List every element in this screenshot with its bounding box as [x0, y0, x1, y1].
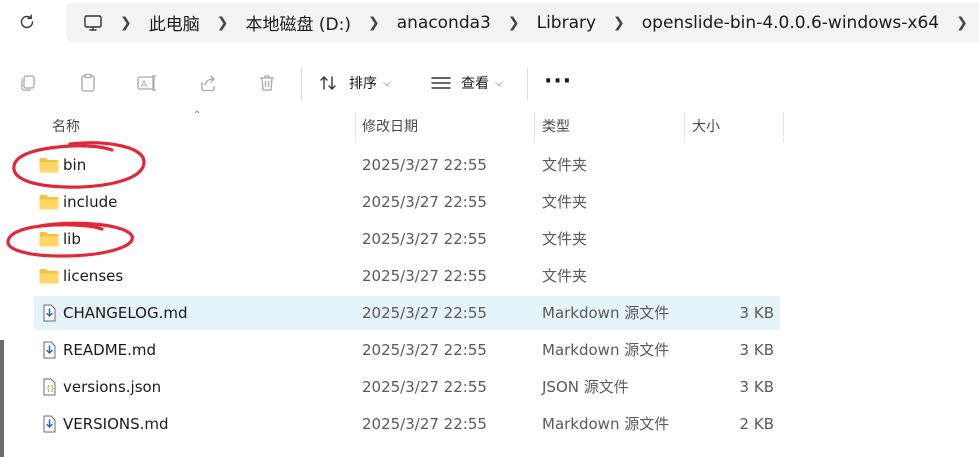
file-row[interactable]: include 2025/3/27 22:55 文件夹	[34, 185, 780, 219]
file-modified-date: 2025/3/27 22:55	[362, 230, 487, 248]
file-name: bin	[63, 156, 87, 174]
command-bar: A 排序 ⌵ 查看 ⌵	[0, 56, 979, 108]
chevron-down-icon: ⌵	[495, 77, 503, 89]
chevron-right-icon[interactable]: ❯	[508, 15, 520, 31]
file-list: ⌃ 名称 修改日期 类型 大小 bin 2025/3/27 22:55 文件夹 inc…	[0, 108, 979, 457]
column-separator[interactable]	[783, 112, 784, 143]
column-type[interactable]: 类型	[542, 108, 570, 144]
copy-button[interactable]	[13, 68, 43, 98]
breadcrumb-openslide[interactable]: openslide-bin-4.0.0.6-windows-x64	[642, 13, 939, 33]
file-row[interactable]: bin 2025/3/27 22:55 文件夹	[34, 148, 780, 182]
column-separator[interactable]	[355, 112, 356, 143]
file-row[interactable]: licenses 2025/3/27 22:55 文件夹	[34, 259, 780, 293]
file-name: lib	[63, 230, 81, 248]
toolbar-divider	[301, 68, 302, 100]
sort-ascending-icon: ⌃	[193, 110, 202, 121]
rename-button[interactable]: A	[132, 68, 162, 98]
view-label: 查看	[461, 76, 489, 92]
folder-icon	[38, 156, 60, 174]
more-options-button[interactable]: ···	[544, 70, 572, 94]
file-name: VERSIONS.md	[63, 415, 169, 433]
chevron-right-icon[interactable]: ❯	[217, 15, 229, 31]
chevron-right-icon[interactable]: ❯	[956, 15, 968, 31]
toolbar-divider	[527, 68, 528, 100]
file-modified-date: 2025/3/27 22:55	[362, 193, 487, 211]
file-name: include	[63, 193, 118, 211]
copy-icon	[21, 75, 35, 91]
file-modified-date: 2025/3/27 22:55	[362, 304, 487, 322]
column-name[interactable]: 名称	[52, 108, 80, 144]
sort-label: 排序	[349, 76, 377, 92]
file-row[interactable]: VERSIONS.md 2025/3/27 22:55 Markdown 源文件 2 …	[34, 407, 780, 441]
share-button[interactable]	[193, 68, 223, 98]
folder-icon	[38, 230, 60, 248]
view-list-icon	[431, 77, 451, 89]
file-modified-date: 2025/3/27 22:55	[362, 341, 487, 359]
chevron-right-icon[interactable]: ❯	[120, 15, 132, 31]
file-modified-date: 2025/3/27 22:55	[362, 378, 487, 396]
column-separator[interactable]	[534, 112, 535, 143]
file-name: versions.json	[63, 378, 162, 396]
address-bar[interactable]: ❯ 此电脑 ❯ 本地磁盘 (D:) ❯ anaconda3 ❯ Library …	[66, 3, 979, 42]
file-row[interactable]: CHANGELOG.md 2025/3/27 22:55 Markdown 源文件 3…	[34, 296, 780, 330]
navigation-pane-edge	[0, 340, 4, 457]
file-type: Markdown 源文件	[542, 415, 670, 433]
paste-button[interactable]	[73, 68, 103, 98]
column-header: ⌃ 名称 修改日期 类型 大小	[0, 108, 979, 148]
file-modified-date: 2025/3/27 22:55	[362, 156, 487, 174]
file-row[interactable]: {} versions.json 2025/3/27 22:55 JSON 源文件 3 …	[34, 370, 780, 404]
view-button[interactable]: 查看 ⌵	[430, 68, 503, 98]
file-size: 3 KB	[739, 304, 774, 322]
share-icon	[201, 75, 215, 92]
file-type: 文件夹	[542, 156, 588, 174]
file-size: 3 KB	[739, 341, 774, 359]
markdown-file-icon	[38, 341, 60, 359]
chevron-right-icon[interactable]: ❯	[613, 15, 625, 31]
folder-icon	[38, 267, 60, 285]
address-row: ❯ 此电脑 ❯ 本地磁盘 (D:) ❯ anaconda3 ❯ Library …	[0, 0, 979, 44]
file-row[interactable]: lib 2025/3/27 22:55 文件夹	[34, 222, 780, 256]
breadcrumb-drive-d[interactable]: 本地磁盘 (D:)	[245, 10, 351, 35]
file-name: CHANGELOG.md	[63, 304, 188, 322]
paste-icon	[81, 73, 95, 92]
file-type: JSON 源文件	[542, 378, 629, 396]
json-file-icon: {}	[38, 378, 60, 396]
breadcrumb-anaconda3[interactable]: anaconda3	[397, 13, 491, 33]
column-date[interactable]: 修改日期	[362, 108, 418, 144]
this-pc-icon[interactable]	[83, 13, 103, 33]
column-separator[interactable]	[684, 112, 685, 143]
chevron-down-icon: ⌵	[383, 77, 391, 89]
file-size: 2 KB	[739, 415, 774, 433]
markdown-file-icon	[38, 415, 60, 433]
delete-button[interactable]	[252, 68, 282, 98]
file-row[interactable]: README.md 2025/3/27 22:55 Markdown 源文件 3 KB	[34, 333, 780, 367]
markdown-file-icon	[38, 304, 60, 322]
chevron-right-icon[interactable]: ❯	[368, 15, 380, 31]
refresh-icon	[20, 14, 34, 29]
file-modified-date: 2025/3/27 22:55	[362, 415, 487, 433]
file-type: 文件夹	[542, 267, 588, 285]
refresh-button[interactable]	[12, 9, 42, 35]
file-type: 文件夹	[542, 230, 588, 248]
column-size[interactable]: 大小	[692, 108, 720, 144]
rename-icon: A	[137, 75, 156, 91]
trash-icon	[260, 75, 274, 91]
file-modified-date: 2025/3/27 22:55	[362, 267, 487, 285]
svg-text:A: A	[141, 79, 147, 89]
folder-icon	[38, 193, 60, 211]
breadcrumb-library[interactable]: Library	[537, 13, 596, 33]
breadcrumb-this-pc[interactable]: 此电脑	[149, 10, 200, 35]
file-size: 3 KB	[739, 378, 774, 396]
file-type: 文件夹	[542, 193, 588, 211]
file-name: README.md	[63, 341, 157, 359]
sort-button[interactable]: 排序 ⌵	[318, 68, 391, 98]
svg-text:{}: {}	[46, 386, 54, 394]
sort-icon	[320, 76, 336, 90]
file-name: licenses	[63, 267, 124, 285]
file-type: Markdown 源文件	[542, 304, 670, 322]
file-type: Markdown 源文件	[542, 341, 670, 359]
